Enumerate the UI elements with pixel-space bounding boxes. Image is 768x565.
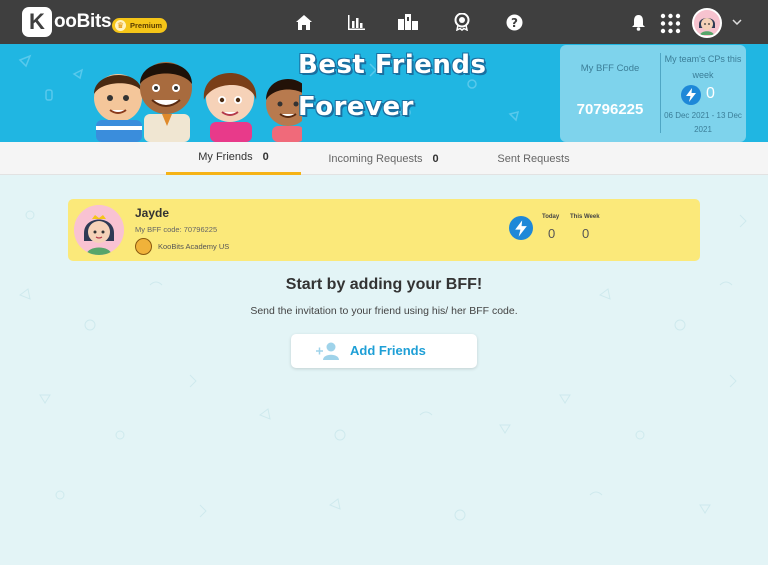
team-week-dates: 06 Dec 2021 - 13 Dec 2021: [664, 111, 742, 134]
tab-my-friends[interactable]: My Friends 0: [166, 142, 301, 175]
friend-avatar: [74, 205, 124, 255]
premium-label: Premium: [130, 21, 163, 30]
top-navigation-bar: K ooBits ♛ Premium ?: [0, 0, 768, 44]
tab-label: Incoming Requests: [328, 152, 423, 165]
add-friends-button[interactable]: Add Friends: [291, 334, 477, 368]
this-week-value: 0: [582, 226, 590, 241]
help-icon[interactable]: ?: [504, 12, 524, 32]
this-week-label: This Week: [570, 214, 600, 220]
achievements-medal-icon[interactable]: [452, 12, 472, 32]
bff-banner: Best Friends Forever My BFF Code 7079622…: [0, 44, 768, 142]
bff-code-value: 70796225: [576, 101, 644, 118]
add-friends-label: Add Friends: [350, 343, 426, 358]
tab-sent-requests[interactable]: Sent Requests: [466, 142, 601, 175]
home-icon[interactable]: [294, 12, 314, 32]
banner-title-line2: Forever: [298, 92, 414, 122]
chevron-down-icon[interactable]: [730, 12, 744, 32]
user-avatar[interactable]: [692, 8, 722, 38]
friends-tabs: My Friends 0 Incoming Requests 0 Sent Re…: [0, 142, 768, 175]
notification-bell-icon[interactable]: [628, 12, 648, 32]
bff-code-label: My BFF Code: [580, 63, 640, 74]
friend-school: KooBits Academy US: [158, 242, 230, 251]
leaderboard-icon[interactable]: [398, 12, 418, 32]
logo-letter: K: [22, 7, 52, 37]
banner-title: Best Friends Forever: [298, 44, 486, 128]
add-user-icon: [315, 342, 341, 365]
tab-count: 0: [262, 151, 269, 163]
team-cps-value: 0: [706, 85, 715, 102]
team-cps-label: My team's CPs this week: [664, 54, 742, 80]
today-label: Today: [542, 214, 560, 220]
tab-incoming-requests[interactable]: Incoming Requests 0: [316, 142, 451, 175]
banner-title-line1: Best Friends: [298, 50, 487, 80]
lightning-bolt-icon: [681, 85, 701, 105]
today-value: 0: [548, 226, 556, 241]
friend-name: Jayde: [135, 206, 170, 220]
friend-bff-code: My BFF code: 70796225: [135, 225, 218, 234]
crown-icon: ♛: [115, 20, 126, 31]
svg-text:?: ?: [511, 16, 518, 30]
koobits-logo[interactable]: K ooBits: [22, 6, 112, 38]
report-chart-icon[interactable]: [346, 12, 366, 32]
tab-label: Sent Requests: [497, 152, 570, 165]
card-divider: [660, 53, 661, 133]
premium-badge: ♛ Premium: [112, 18, 167, 33]
friend-card[interactable]: Jayde My BFF code: 70796225 KooBits Acad…: [68, 199, 700, 261]
tab-label: My Friends: [198, 151, 253, 163]
tab-count: 0: [432, 152, 439, 165]
apps-grid-icon[interactable]: [659, 12, 681, 34]
bff-info-card: My BFF Code 70796225 My team's CPs this …: [560, 45, 746, 142]
empty-state-subtitle: Send the invitation to your friend using…: [250, 305, 518, 317]
lightning-bolt-icon: [509, 216, 533, 240]
school-crest-icon: [135, 238, 152, 255]
logo-text: ooBits: [54, 11, 112, 32]
friends-illustration: [94, 62, 302, 142]
empty-state-title: Start by adding your BFF!: [285, 276, 483, 293]
